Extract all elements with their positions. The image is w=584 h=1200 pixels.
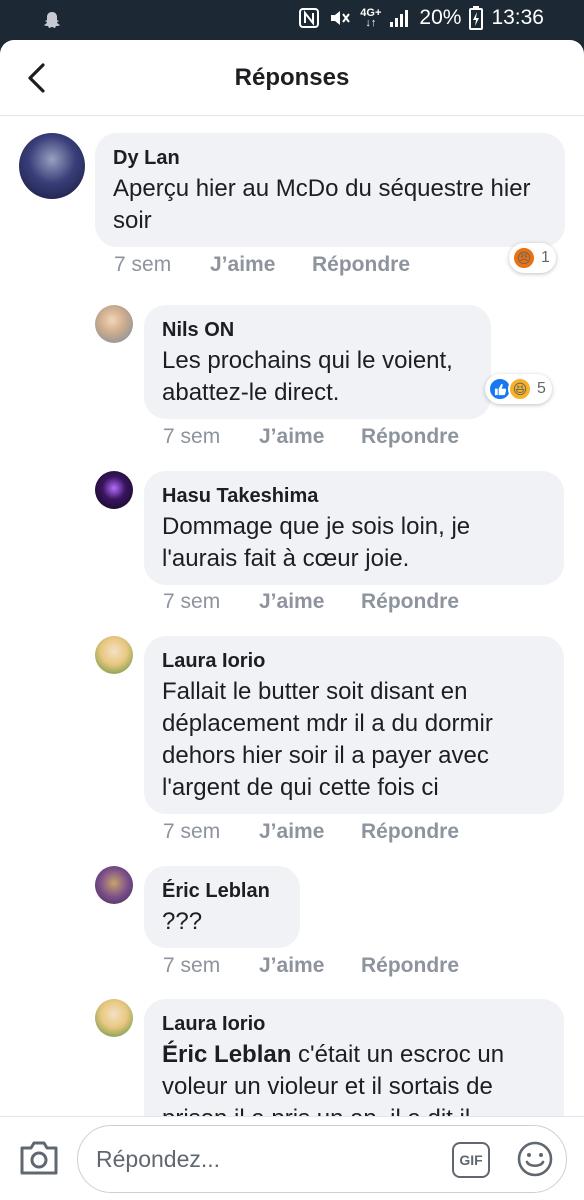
smiley-icon xyxy=(517,1141,553,1177)
signal-icon xyxy=(389,8,411,28)
avatar-hasu-takeshima[interactable] xyxy=(95,471,133,509)
comment-bubble[interactable]: Éric Leblan ??? xyxy=(144,866,300,948)
battery-percent: 20% xyxy=(419,6,462,29)
replies-sheet: Réponses Dy Lan Aperçu hier au McDo du s… xyxy=(0,40,584,1200)
comment-author[interactable]: Hasu Takeshima xyxy=(162,483,546,509)
header: Réponses xyxy=(0,40,584,116)
comment-text: Dommage que je sois loin, je l'aurais fa… xyxy=(162,513,471,572)
emoji-button[interactable] xyxy=(516,1140,554,1178)
avatar-eric-leblan[interactable] xyxy=(95,866,133,904)
reply-button[interactable]: Répondre xyxy=(361,425,459,449)
reply-button[interactable]: Répondre xyxy=(361,954,459,978)
comment-meta: 7 sem J’aime Répondre xyxy=(163,590,459,614)
comment-meta: 7 sem J’aime Répondre xyxy=(163,820,459,844)
reply-button[interactable]: Répondre xyxy=(312,253,410,277)
battery-charging-icon xyxy=(469,6,484,30)
comment-meta: 7 sem J’aime Répondre xyxy=(163,954,459,978)
nfc-icon xyxy=(298,7,320,29)
reaction-summary[interactable]: 😆 5 xyxy=(485,374,552,404)
comment-bubble[interactable]: Dy Lan Aperçu hier au McDo du séquestre … xyxy=(95,133,565,247)
comment-bubble[interactable]: Hasu Takeshima Dommage que je sois loin,… xyxy=(144,471,564,585)
avatar-nils-on[interactable] xyxy=(95,305,133,343)
comment-author[interactable]: Laura Iorio xyxy=(162,1011,546,1037)
comment-time: 7 sem xyxy=(163,425,221,448)
status-time: 13:36 xyxy=(491,6,544,29)
mute-icon xyxy=(328,7,352,29)
comment-text: Fallait le butter soit disant en déplace… xyxy=(162,678,493,801)
reply-button[interactable]: Répondre xyxy=(361,590,459,614)
comment-meta: 7 sem J’aime Répondre xyxy=(114,253,410,277)
reaction-summary[interactable]: 😠 1 xyxy=(509,243,556,273)
comment-text: Aperçu hier au McDo du séquestre hier so… xyxy=(113,175,531,234)
comment-bubble[interactable]: Laura Iorio Fallait le butter soit disan… xyxy=(144,636,564,814)
camera-button[interactable] xyxy=(18,1139,60,1177)
reaction-count: 5 xyxy=(537,380,546,397)
comment-author[interactable]: Laura Iorio xyxy=(162,648,546,674)
haha-reaction-icon: 😆 xyxy=(508,377,532,401)
comment-meta: 7 sem J’aime Répondre xyxy=(163,425,459,449)
like-button[interactable]: J’aime xyxy=(259,590,361,614)
comment-time: 7 sem xyxy=(114,253,172,276)
reaction-count: 1 xyxy=(541,249,550,266)
like-button[interactable]: J’aime xyxy=(210,253,312,277)
gif-button[interactable]: GIF xyxy=(452,1142,490,1178)
avatar-laura-iorio[interactable] xyxy=(95,999,133,1037)
comment-time: 7 sem xyxy=(163,820,221,843)
angry-reaction-icon: 😠 xyxy=(512,246,536,270)
status-bar: 4G+ ↓↑ 20% 13:36 xyxy=(0,0,584,40)
comment-author[interactable]: Nils ON xyxy=(162,317,473,343)
reply-button[interactable]: Répondre xyxy=(361,820,459,844)
comment-text: Les prochains qui le voient, abattez-le … xyxy=(162,347,453,406)
avatar-laura-iorio[interactable] xyxy=(95,636,133,674)
comment-text: ??? xyxy=(162,908,203,935)
network-type-text: 4G+ xyxy=(360,7,382,19)
like-button[interactable]: J’aime xyxy=(259,820,361,844)
comment-author[interactable]: Éric Leblan xyxy=(162,878,282,904)
reply-input[interactable]: Répondez... GIF xyxy=(77,1125,567,1193)
reply-input-placeholder: Répondez... xyxy=(96,1146,221,1172)
comment-bubble[interactable]: Nils ON Les prochains qui le voient, aba… xyxy=(144,305,491,419)
like-button[interactable]: J’aime xyxy=(259,425,361,449)
comment-time: 7 sem xyxy=(163,590,221,613)
comment-author[interactable]: Dy Lan xyxy=(113,145,547,171)
network-type-indicator: 4G+ ↓↑ xyxy=(360,7,382,29)
avatar-dy-lan[interactable] xyxy=(19,133,85,199)
like-button[interactable]: J’aime xyxy=(259,954,361,978)
reply-composer: Répondez... GIF xyxy=(0,1116,584,1200)
page-title: Réponses xyxy=(234,64,350,91)
snapchat-notification-icon xyxy=(44,12,60,28)
comment-time: 7 sem xyxy=(163,954,221,977)
mention-link[interactable]: Éric Leblan xyxy=(162,1041,291,1068)
camera-icon xyxy=(20,1141,58,1175)
